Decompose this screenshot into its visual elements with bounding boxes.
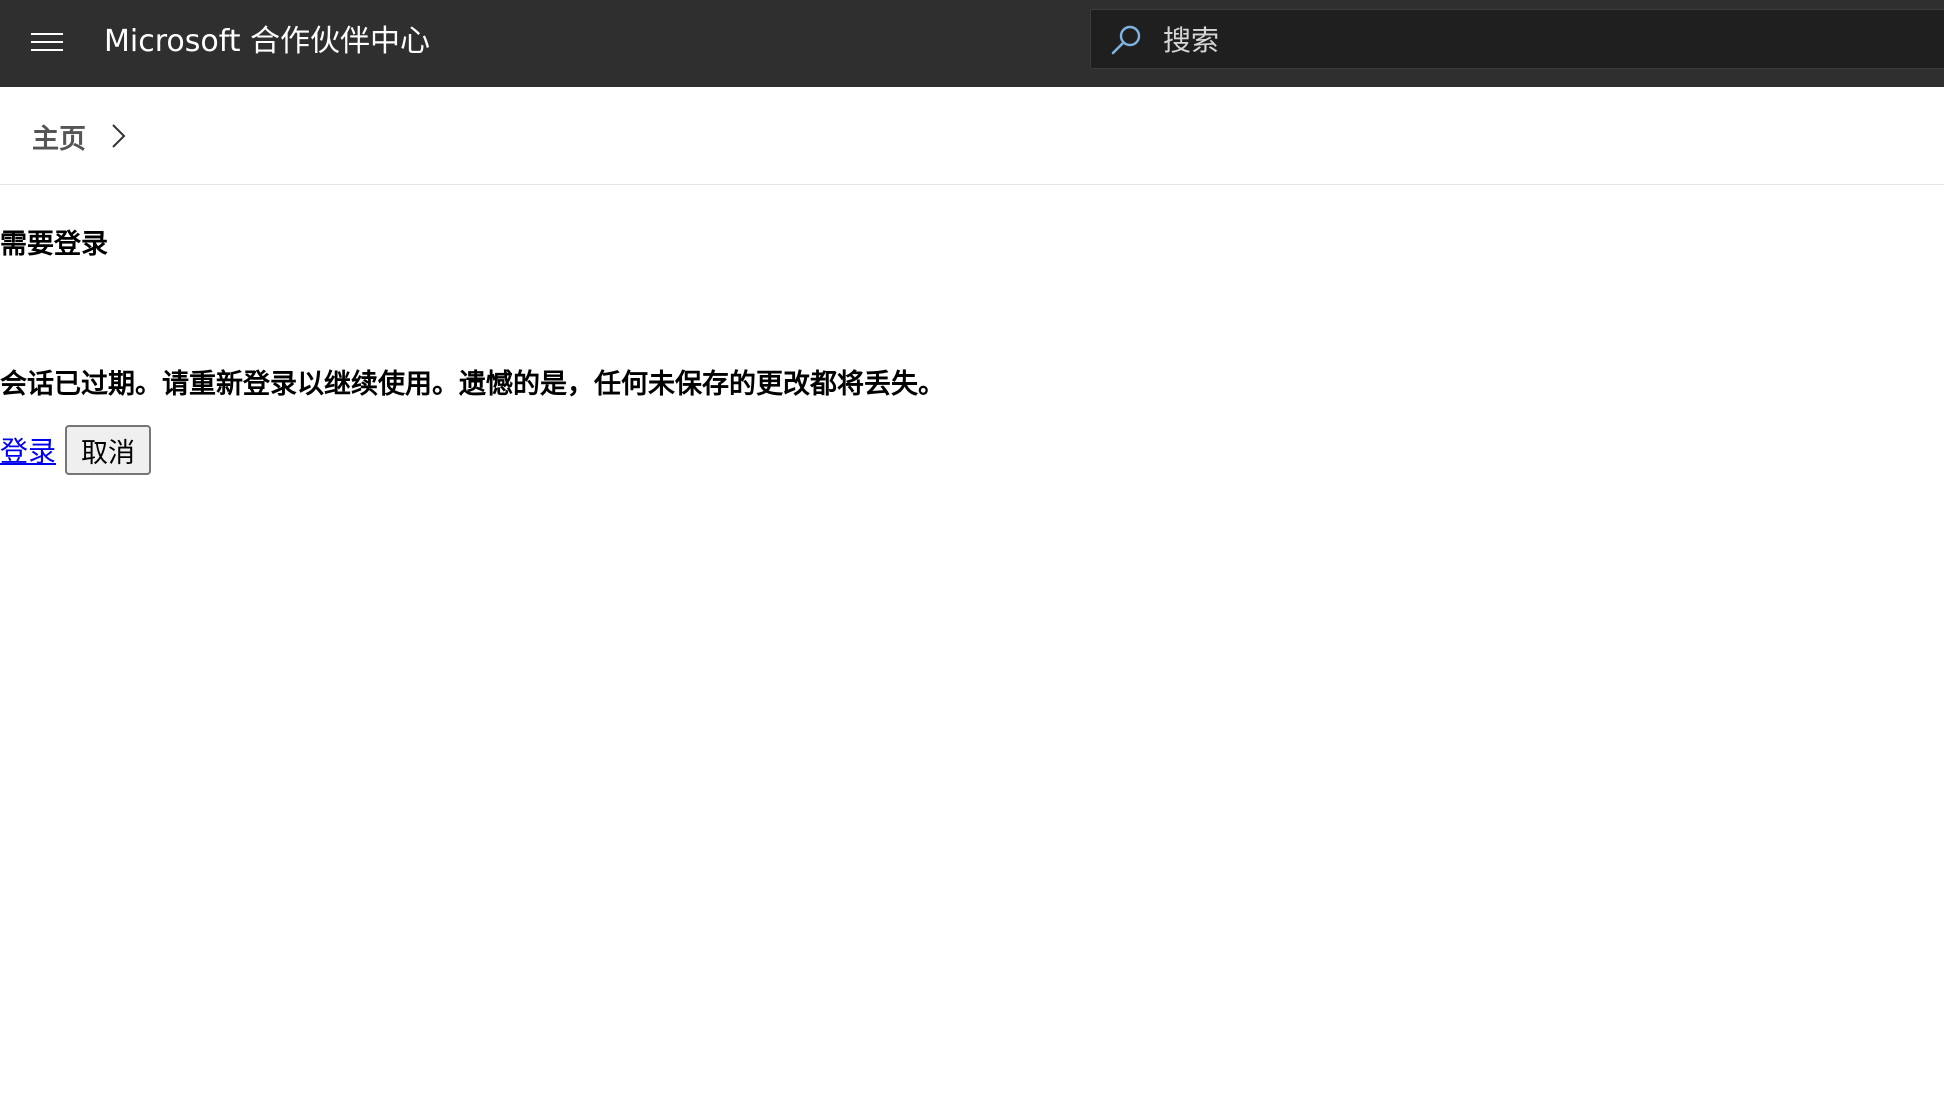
cancel-button[interactable]: 取消: [65, 425, 152, 475]
breadcrumb-home-link[interactable]: 主页: [32, 117, 86, 156]
header-divider: [0, 184, 1944, 185]
breadcrumb: 主页: [32, 112, 130, 160]
search-box[interactable]: [1090, 9, 1944, 70]
top-navigation-bar: Microsoft 合作伙伴中心: [0, 0, 1944, 87]
sign-in-link[interactable]: 登录: [0, 430, 56, 470]
hamburger-menu-icon[interactable]: [26, 24, 68, 60]
search-input[interactable]: [1161, 10, 1925, 70]
chevron-right-icon: [112, 124, 126, 148]
session-expired-message: 会话已过期。请重新登录以继续使用。遗憾的是，任何未保存的更改都将丢失。: [0, 369, 945, 400]
app-title[interactable]: Microsoft 合作伙伴中心: [104, 18, 430, 66]
search-icon: [1111, 25, 1141, 55]
dialog-actions: 登录 取消: [0, 425, 152, 475]
page-title: 需要登录: [0, 229, 108, 260]
